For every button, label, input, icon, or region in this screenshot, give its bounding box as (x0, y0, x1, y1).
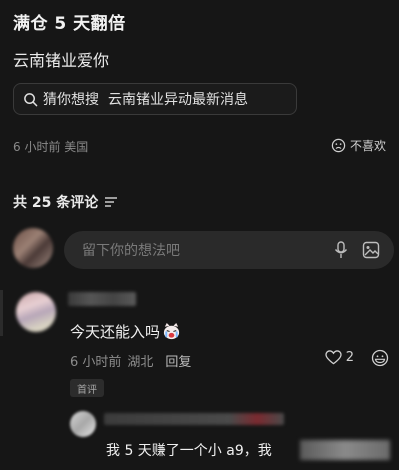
post-body: 云南锗业爱你 (13, 51, 110, 70)
sort-icon[interactable] (104, 196, 118, 208)
search-suggestion-label: 猜你想搜 (43, 92, 99, 108)
commenter-avatar[interactable] (16, 292, 56, 332)
comment-meta: 6 小时前 湖北 回复 (70, 351, 191, 370)
emoji-reaction-icon[interactable] (371, 349, 389, 371)
like-count: 2 (345, 350, 354, 365)
replier-avatar[interactable] (70, 411, 96, 437)
left-edge-stub (0, 290, 3, 336)
crying-cat-emoji (162, 322, 181, 341)
replier-name-blurred[interactable] (104, 413, 284, 425)
reply-text-blurred (300, 440, 390, 460)
search-suggestion-chip[interactable]: 猜你想搜 云南锗业异动最新消息 (13, 83, 297, 115)
post-meta: 6 小时前 美国 (13, 140, 89, 154)
search-icon (23, 92, 38, 107)
microphone-icon[interactable] (334, 241, 348, 259)
comment-text-content: 今天还能入吗 (70, 323, 161, 341)
first-comment-badge: 首评 (70, 379, 104, 397)
commenter-name-blurred[interactable] (68, 292, 136, 306)
dislike-label: 不喜欢 (349, 139, 386, 153)
post-title: 满仓 5 天翻倍 (13, 14, 126, 34)
comment-text: 今天还能入吗 (70, 321, 181, 342)
search-suggestion-query: 云南锗业异动最新消息 (108, 92, 248, 108)
like-button[interactable]: 2 (325, 350, 354, 365)
reply-text: 我 5 天赚了一个小 a9，我 (106, 443, 272, 459)
my-avatar (13, 228, 53, 268)
comment-input-placeholder: 留下你的想法吧 (82, 243, 180, 259)
comment-input[interactable]: 留下你的想法吧 (64, 231, 394, 269)
dislike-button[interactable]: 不喜欢 (331, 137, 386, 154)
sad-face-icon (331, 138, 346, 153)
reply-button[interactable]: 回复 (165, 351, 191, 370)
comment-count: 共 25 条评论 (13, 192, 118, 212)
comment-location: 湖北 (127, 355, 154, 370)
image-icon[interactable] (362, 241, 380, 259)
heart-icon (325, 350, 342, 365)
comment-time: 6 小时前 (70, 355, 122, 370)
comment-count-label: 共 25 条评论 (13, 195, 99, 211)
